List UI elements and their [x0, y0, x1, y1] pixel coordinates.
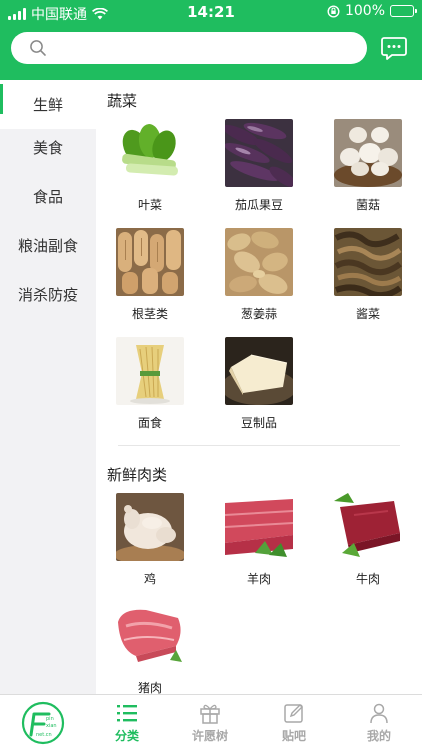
section-title-fresh-meat: 新鲜肉类	[107, 466, 168, 484]
leafy-greens-image	[116, 119, 184, 187]
sidebar-item-label: 消杀防疫	[17, 286, 78, 304]
bottom-tab-bar: pin xian net.cn 分类 许愿树 贴吧 我的	[0, 694, 422, 750]
section-title-vegetables: 蔬菜	[107, 92, 138, 110]
chicken-image	[116, 493, 184, 561]
tab-label: 许愿树	[191, 729, 228, 743]
search-input[interactable]	[55, 38, 355, 58]
item-label: 茄瓜果豆	[234, 198, 283, 212]
category-item-mushroom[interactable]: 菌菇	[333, 119, 403, 214]
sidebar-item-disinfection[interactable]: 消杀防疫	[0, 270, 96, 319]
pickles-image	[334, 228, 402, 296]
logo-text: pin	[46, 716, 54, 722]
tofu-image	[225, 337, 293, 405]
category-item-lotus-root[interactable]: 根茎类	[115, 228, 185, 323]
logo-text: xian	[46, 723, 57, 729]
item-label: 根茎类	[131, 307, 168, 321]
category-item-tofu[interactable]: 豆制品	[224, 337, 294, 432]
sidebar-item-label: 美食	[32, 139, 63, 157]
category-sidebar: 生鲜 美食 食品 粮油副食 消杀防疫	[0, 80, 96, 694]
gift-icon	[200, 704, 220, 724]
search-bar[interactable]	[11, 32, 367, 64]
item-label: 叶菜	[137, 198, 162, 212]
sidebar-item-food[interactable]: 美食	[0, 123, 96, 172]
battery-percent: 100%	[344, 3, 385, 19]
item-label: 羊肉	[246, 572, 271, 586]
beef-image	[334, 493, 402, 561]
sidebar-item-label: 食品	[32, 188, 63, 206]
tab-category[interactable]: 分类	[97, 699, 157, 747]
item-label: 牛肉	[355, 572, 380, 586]
item-label: 葱姜蒜	[240, 307, 277, 321]
tab-label: 我的	[366, 729, 391, 743]
message-icon[interactable]	[380, 35, 408, 61]
category-item-pickles[interactable]: 酱菜	[333, 228, 403, 323]
pork-image	[116, 602, 184, 670]
item-label: 面食	[137, 416, 162, 430]
header-bar: 中国联通 14:21 100%	[0, 0, 422, 80]
item-label: 菌菇	[355, 198, 380, 212]
sidebar-item-label: 粮油副食	[17, 237, 78, 255]
category-item-chicken[interactable]: 鸡	[115, 493, 185, 588]
sidebar-item-groceries[interactable]: 食品	[0, 172, 96, 221]
category-item-leafy-greens[interactable]: 叶菜	[115, 119, 185, 214]
tab-forum[interactable]: 贴吧	[264, 699, 324, 747]
sidebar-item-grain-oil[interactable]: 粮油副食	[0, 221, 96, 270]
category-item-pork[interactable]: 猪肉	[115, 602, 185, 697]
lotus-root-image	[116, 228, 184, 296]
mutton-image	[225, 493, 293, 561]
item-label: 豆制品	[240, 416, 277, 430]
list-icon	[117, 705, 137, 722]
search-icon	[30, 40, 46, 56]
sidebar-item-fresh[interactable]: 生鲜	[0, 80, 96, 129]
noodles-image	[116, 337, 184, 405]
category-item-beef[interactable]: 牛肉	[333, 493, 403, 588]
logo-text: net.cn	[36, 732, 52, 738]
tab-label: 分类	[114, 729, 139, 743]
category-item-eggplant[interactable]: 茄瓜果豆	[224, 119, 294, 214]
item-label: 鸡	[143, 572, 156, 586]
tab-wish-tree[interactable]: 许愿树	[180, 699, 240, 747]
app-logo: pin xian net.cn	[21, 701, 65, 745]
battery-icon	[390, 5, 417, 17]
sidebar-item-label: 生鲜	[32, 96, 63, 114]
category-item-ginger[interactable]: 葱姜蒜	[224, 228, 294, 323]
section-divider	[118, 445, 400, 446]
tab-label: 贴吧	[281, 729, 306, 743]
mushroom-image	[334, 119, 402, 187]
eggplant-image	[225, 119, 293, 187]
category-item-noodles[interactable]: 面食	[115, 337, 185, 432]
status-bar: 中国联通 14:21 100%	[0, 0, 422, 24]
orientation-lock-icon	[327, 4, 340, 18]
category-item-mutton[interactable]: 羊肉	[224, 493, 294, 588]
user-icon	[370, 703, 388, 724]
ginger-image	[225, 228, 293, 296]
tab-profile[interactable]: 我的	[349, 699, 409, 747]
item-label: 酱菜	[355, 307, 380, 321]
category-content: 蔬菜 叶菜 茄瓜果豆 菌菇 根茎类 葱姜蒜 酱菜 面食 豆制品 新鲜肉类 鸡 羊…	[96, 80, 422, 697]
edit-icon	[284, 704, 303, 723]
